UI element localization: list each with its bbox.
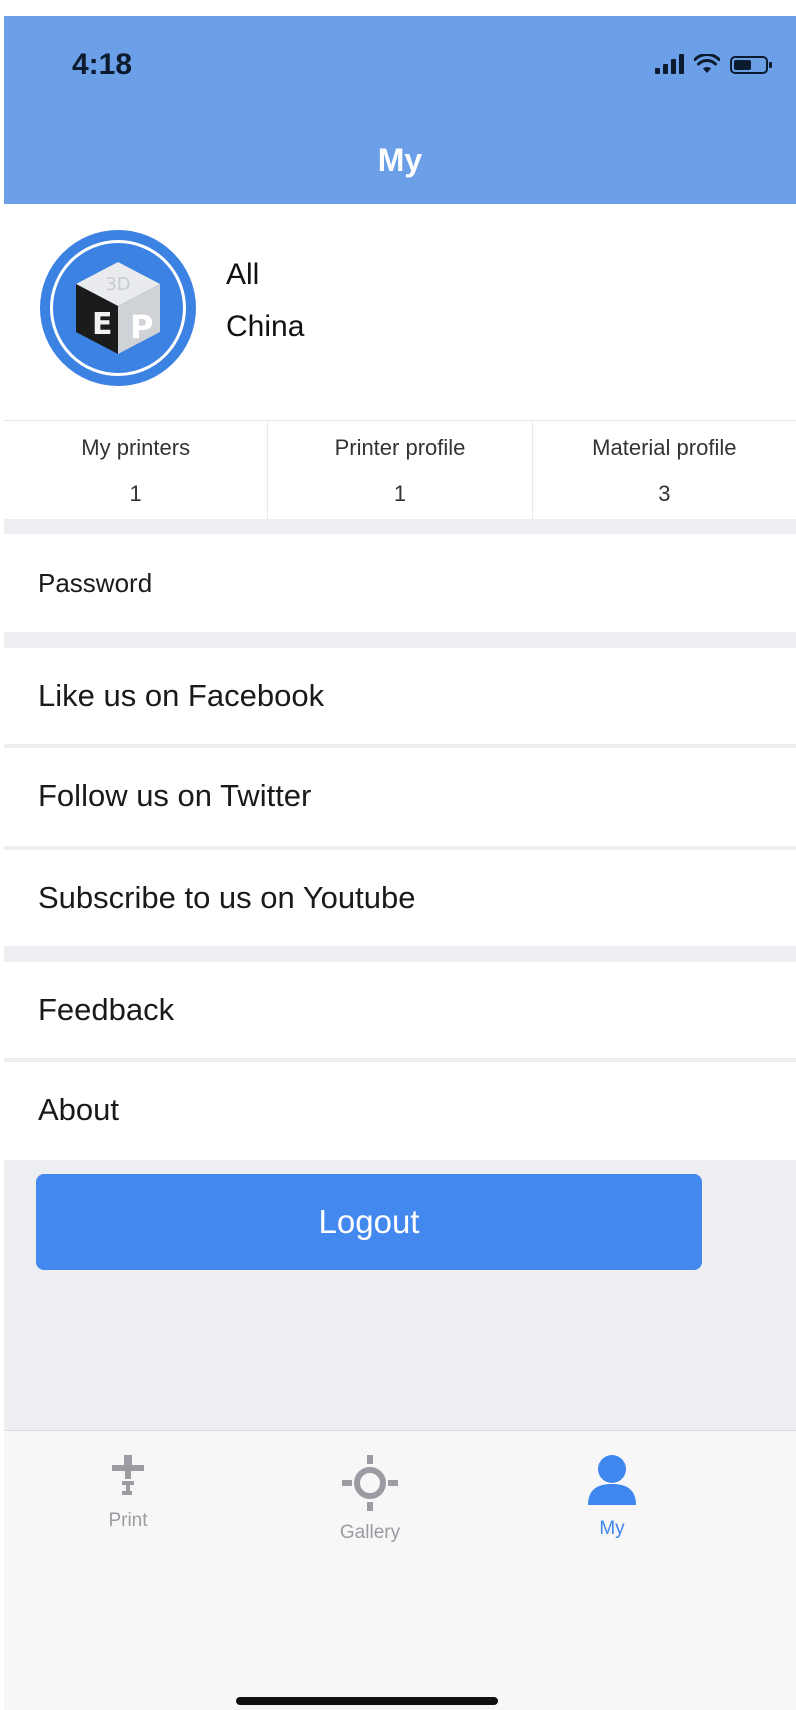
stat-my-printers[interactable]: My printers 1: [4, 421, 267, 519]
bottom-tab-bar: Print Gallery My: [4, 1430, 796, 1710]
avatar[interactable]: 3D E P: [40, 230, 196, 386]
menu-item-about[interactable]: About: [4, 1062, 796, 1160]
stats-row: My printers 1 Printer profile 1 Material…: [4, 420, 796, 519]
3dp-cube-logo-icon: 3D E P: [76, 262, 160, 354]
stat-value: 3: [658, 481, 671, 506]
menu-item-label: Subscribe to us on Youtube: [38, 880, 416, 915]
gallery-icon: [342, 1455, 398, 1511]
tab-label: Print: [108, 1510, 148, 1531]
stat-printer-profile[interactable]: Printer profile 1: [267, 421, 531, 519]
menu-item-twitter[interactable]: Follow us on Twitter: [4, 748, 796, 846]
menu-item-label: Feedback: [38, 992, 175, 1027]
profile-region: China: [226, 310, 305, 343]
menu-item-youtube[interactable]: Subscribe to us on Youtube: [4, 850, 796, 946]
menu-item-facebook[interactable]: Like us on Facebook: [4, 648, 796, 744]
svg-text:E: E: [92, 307, 113, 342]
cellular-signal-icon: [655, 54, 684, 74]
svg-text:3D: 3D: [105, 274, 130, 295]
menu-item-label: Password: [38, 568, 153, 598]
logout-button[interactable]: Logout: [36, 1174, 702, 1270]
user-icon: [588, 1455, 636, 1505]
menu-item-label: About: [38, 1092, 120, 1127]
tab-label: Gallery: [339, 1522, 401, 1543]
menu-item-feedback[interactable]: Feedback: [4, 962, 796, 1058]
tab-print[interactable]: Print: [48, 1453, 208, 1532]
profile-name: All: [226, 258, 260, 291]
stat-label: Printer profile: [334, 435, 466, 460]
tab-gallery[interactable]: Gallery: [290, 1453, 450, 1544]
profile-card[interactable]: 3D E P All China: [4, 204, 796, 420]
print-nozzle-icon: [112, 1455, 144, 1495]
tab-my[interactable]: My: [532, 1453, 692, 1540]
tab-label: My: [599, 1518, 625, 1539]
menu-item-label: Like us on Facebook: [38, 678, 325, 713]
page-title: My: [377, 142, 423, 178]
app-screen: 4:18 My 3D E P All China My printers 1 P…: [0, 0, 796, 1710]
stat-material-profile[interactable]: Material profile 3: [531, 421, 796, 519]
status-icons: [655, 54, 772, 74]
menu-item-label: Follow us on Twitter: [38, 778, 312, 813]
phone-frame: 4:18 My 3D E P All China My printers 1 P…: [4, 16, 796, 1710]
stat-label: Material profile: [592, 435, 737, 460]
menu-item-password[interactable]: Password: [4, 534, 796, 632]
stat-label: My printers: [81, 435, 191, 460]
battery-icon: [730, 56, 772, 74]
top-header: 4:18 My: [4, 16, 796, 204]
stat-value: 1: [129, 481, 142, 506]
stat-value: 1: [393, 481, 407, 506]
wifi-icon: [694, 54, 720, 73]
home-indicator: [236, 1697, 498, 1705]
svg-text:P: P: [130, 308, 153, 346]
status-time: 4:18: [72, 48, 133, 81]
